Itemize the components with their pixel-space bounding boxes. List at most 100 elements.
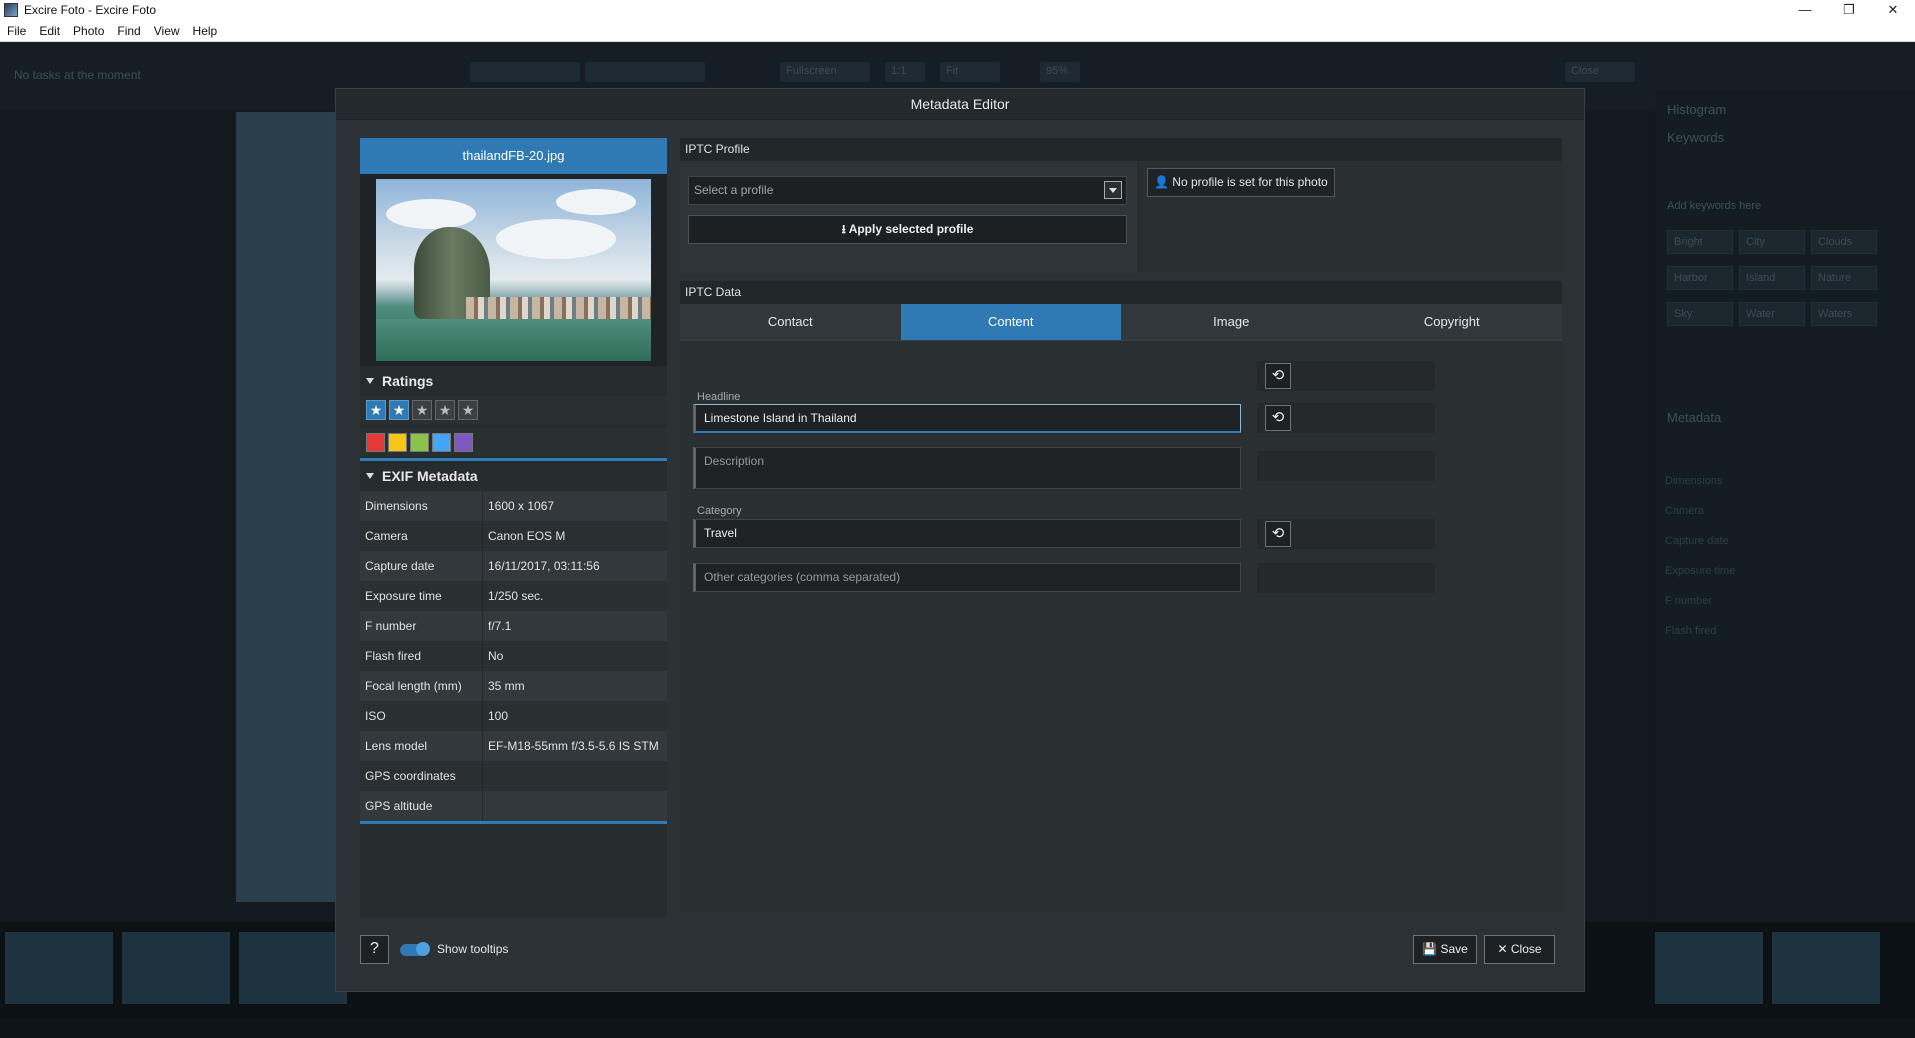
reset-strip: ⟲ (1257, 519, 1435, 549)
water-shape (376, 319, 651, 361)
bg-keyword-chip: Nature (1811, 266, 1877, 290)
description-input[interactable]: Description (693, 447, 1241, 489)
bg-histogram-header: Histogram (1667, 102, 1727, 117)
save-label: Save (1440, 942, 1468, 956)
close-button[interactable]: ✕ Close (1484, 935, 1555, 964)
bg-film-thumb (122, 932, 230, 1004)
bg-meta-row: Capture date (1665, 535, 1729, 547)
apply-profile-button[interactable]: ⭳ Apply selected profile (688, 215, 1127, 244)
save-icon: 💾 (1422, 942, 1438, 956)
exif-row: GPS altitude (360, 791, 667, 821)
category-input[interactable]: Travel (693, 519, 1241, 548)
reset-icon[interactable]: ⟲ (1265, 405, 1291, 431)
color-label-green[interactable] (410, 432, 429, 452)
chevron-down-icon[interactable] (1104, 181, 1122, 199)
reset-strip: ⟲ (1257, 361, 1435, 391)
user-icon: 👤 (1154, 175, 1169, 189)
exif-value: EF-M18-55mm f/3.5-5.6 IS STM (488, 739, 659, 753)
window-controls: — ❐ ✕ (1783, 0, 1915, 20)
star-icon[interactable]: ★ (435, 400, 455, 420)
cloud-shape (386, 199, 476, 229)
save-button[interactable]: 💾 Save (1413, 935, 1477, 964)
exif-key: Flash fired (360, 641, 483, 671)
exif-key: Camera (360, 521, 483, 551)
other-categories-input[interactable]: Other categories (comma separated) (693, 563, 1241, 592)
color-labels (360, 428, 667, 456)
show-tooltips-toggle[interactable] (400, 942, 430, 956)
bg-keyword-chip: Sky (1667, 302, 1733, 326)
category-label: Category (697, 505, 742, 517)
exif-key: GPS coordinates (360, 761, 483, 791)
exif-row: Lens model EF-M18-55mm f/3.5-5.6 IS STM (360, 731, 667, 761)
window-titlebar: Excire Foto - Excire Foto — ❐ ✕ (0, 0, 1915, 20)
exif-value: Canon EOS M (488, 529, 566, 543)
exif-row: F number f/7.1 (360, 611, 667, 641)
profile-select[interactable]: Select a profile (688, 176, 1127, 205)
bg-keyword-chip: Island (1739, 266, 1805, 290)
close-window-button[interactable]: ✕ (1871, 0, 1915, 20)
exif-header[interactable]: EXIF Metadata (360, 461, 667, 491)
task-status: No tasks at the moment (14, 68, 141, 82)
reset-strip-empty (1257, 563, 1435, 593)
menu-view[interactable]: View (154, 24, 180, 38)
show-tooltips-label: Show tooltips (437, 942, 509, 956)
color-label-yellow[interactable] (388, 432, 407, 452)
dialog-title: Metadata Editor (336, 89, 1584, 120)
photo-info-column: thailandFB-20.jpg Ratings ★ ★ ★ ★ ★ EXIF… (360, 138, 667, 917)
minimize-button[interactable]: — (1783, 0, 1827, 20)
exif-key: F number (360, 611, 483, 641)
tab-contact[interactable]: Contact (680, 304, 901, 340)
exif-row: Capture date 16/11/2017, 03:11:56 (360, 551, 667, 581)
menu-find[interactable]: Find (117, 24, 140, 38)
bg-one-to-one-button: 1:1 (885, 62, 925, 82)
color-label-blue[interactable] (432, 432, 451, 452)
menu-photo[interactable]: Photo (73, 24, 104, 38)
window-title: Excire Foto - Excire Foto (24, 3, 157, 17)
iptc-tabs: Contact Content Image Copyright (680, 304, 1562, 340)
apply-profile-label: Apply selected profile (848, 222, 974, 236)
bg-meta-row: Flash fired (1665, 625, 1717, 637)
divider (360, 821, 667, 824)
color-label-purple[interactable] (454, 432, 473, 452)
menu-help[interactable]: Help (193, 24, 218, 38)
ratings-header[interactable]: Ratings (360, 366, 667, 396)
menu-edit[interactable]: Edit (39, 24, 60, 38)
star-rating: ★ ★ ★ ★ ★ (360, 396, 667, 424)
star-icon[interactable]: ★ (389, 400, 409, 420)
reset-icon[interactable]: ⟲ (1265, 521, 1291, 547)
exif-table: Dimensions 1600 x 1067 Camera Canon EOS M … (360, 491, 667, 821)
exif-key: Capture date (360, 551, 483, 581)
exif-row: Exposure time 1/250 sec. (360, 581, 667, 611)
help-icon[interactable]: ? (360, 935, 389, 964)
town-shape (466, 297, 651, 319)
exif-value: No (488, 649, 504, 663)
content-tab-panel: ⟲ Headline Limestone Island in Thailand … (680, 340, 1562, 913)
tab-content[interactable]: Content (900, 304, 1121, 340)
color-label-red[interactable] (366, 432, 385, 452)
bg-keyword-chip: Clouds (1811, 230, 1877, 254)
tab-image[interactable]: Image (1121, 304, 1342, 340)
bg-film-star-row (0, 1018, 1915, 1038)
bg-keyword-chip: City (1739, 230, 1805, 254)
metadata-editor-dialog: Metadata Editor thailandFB-20.jpg Rating… (335, 88, 1585, 992)
bg-meta-row: F number (1665, 595, 1713, 607)
menu-file[interactable]: File (7, 24, 26, 38)
close-label: Close (1510, 942, 1542, 956)
cloud-shape (496, 219, 616, 259)
exif-value: 35 mm (488, 679, 525, 693)
tab-copyright[interactable]: Copyright (1342, 304, 1563, 340)
restore-button[interactable]: ❐ (1827, 0, 1871, 20)
star-icon[interactable]: ★ (366, 400, 386, 420)
exif-value: 1600 x 1067 (488, 499, 555, 513)
star-icon[interactable]: ★ (458, 400, 478, 420)
reset-icon[interactable]: ⟲ (1265, 363, 1291, 389)
exif-key: GPS altitude (360, 791, 483, 821)
background-right-panel: Histogram Keywords Add keywords here Bri… (1655, 90, 1915, 950)
bg-keywords-header: Keywords (1667, 130, 1725, 145)
iptc-profile-panel: Select a profile ⭳ Apply selected profil… (680, 161, 1562, 273)
headline-input[interactable]: Limestone Island in Thailand (693, 404, 1241, 433)
star-icon[interactable]: ★ (412, 400, 432, 420)
bg-fullscreen-button: Fullscreen (780, 62, 870, 82)
exif-value: f/7.1 (488, 619, 512, 633)
exif-key: Focal length (mm) (360, 671, 483, 701)
